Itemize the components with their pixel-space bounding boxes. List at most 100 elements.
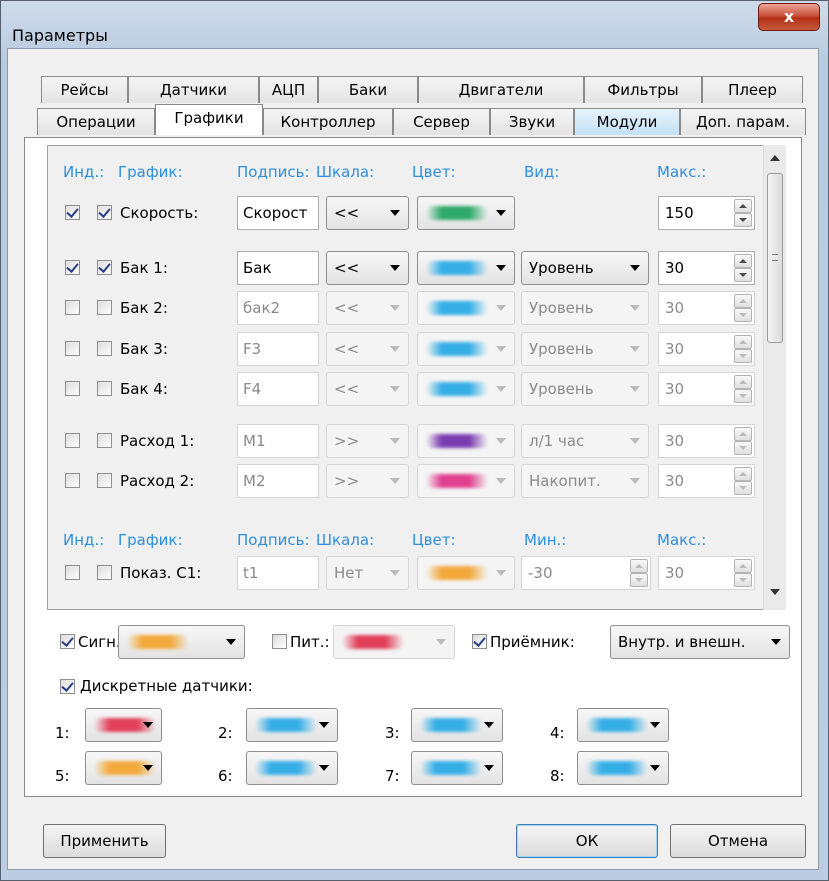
tab-1[interactable]: Рейсы: [41, 76, 128, 103]
spin-up-icon[interactable]: [734, 254, 752, 268]
signal-checkbox[interactable]: [60, 634, 75, 649]
min-spinner[interactable]: -30: [521, 556, 651, 590]
indicator-checkbox[interactable]: [65, 473, 80, 488]
max-spinner[interactable]: 30: [658, 556, 755, 590]
tab-5[interactable]: Двигатели: [418, 76, 584, 103]
chevron-down-icon: [390, 570, 400, 576]
max-spinner[interactable]: 150: [658, 196, 755, 230]
graph-checkbox[interactable]: [97, 205, 112, 220]
discrete-sensor-color-select[interactable]: [246, 751, 338, 785]
discrete-sensor-color-select[interactable]: [577, 751, 669, 785]
caption-field[interactable]: бак2: [237, 291, 319, 325]
tab-row2-5[interactable]: Звуки: [490, 108, 574, 135]
spin-up-icon[interactable]: [734, 467, 752, 481]
tab-row2-2[interactable]: Графики: [155, 104, 263, 135]
scale-select[interactable]: <<: [326, 196, 409, 230]
spin-down-icon[interactable]: [734, 308, 752, 322]
max-spinner[interactable]: 30: [658, 424, 755, 458]
color-select[interactable]: [417, 251, 515, 285]
spin-down-icon[interactable]: [734, 573, 752, 587]
spin-down-icon[interactable]: [734, 268, 752, 282]
indicator-checkbox[interactable]: [65, 260, 80, 275]
tab-4[interactable]: Баки: [318, 76, 418, 103]
caption-field[interactable]: M1: [237, 424, 319, 458]
color-select[interactable]: [417, 196, 515, 230]
power-checkbox[interactable]: [272, 634, 287, 649]
graph-checkbox[interactable]: [97, 341, 112, 356]
receiver-checkbox[interactable]: [472, 634, 487, 649]
indicator-checkbox[interactable]: [65, 205, 80, 220]
scrollbar-thumb[interactable]: [767, 173, 783, 343]
ok-button[interactable]: ОК: [516, 824, 658, 858]
spin-down-icon[interactable]: [734, 389, 752, 403]
spin-up-icon[interactable]: [734, 294, 752, 308]
max-spinner[interactable]: 30: [658, 372, 755, 406]
signal-color-select[interactable]: [118, 625, 245, 659]
cancel-button[interactable]: Отмена: [670, 824, 806, 858]
apply-button[interactable]: Применить: [43, 824, 166, 858]
indicator-checkbox[interactable]: [65, 433, 80, 448]
graph-checkbox[interactable]: [97, 565, 112, 580]
caption-field[interactable]: Скорост: [237, 196, 319, 230]
max-spinner[interactable]: 30: [658, 291, 755, 325]
caption-field[interactable]: F4: [237, 372, 319, 406]
close-button[interactable]: x: [758, 3, 820, 31]
spin-down-icon[interactable]: [734, 349, 752, 363]
spin-down-icon[interactable]: [734, 441, 752, 455]
color-swatch: [426, 301, 488, 315]
spin-up-icon[interactable]: [734, 199, 752, 213]
spin-up-icon[interactable]: [734, 335, 752, 349]
scale-select-value: >>: [334, 432, 360, 450]
tab-7[interactable]: Плеер: [702, 76, 803, 103]
graph-checkbox[interactable]: [97, 260, 112, 275]
tab-row2-7[interactable]: Доп. парам.: [680, 108, 806, 135]
discrete-sensors-checkbox[interactable]: [60, 679, 75, 694]
discrete-sensor-color-select[interactable]: [577, 708, 669, 742]
header-ind: Инд.:: [63, 163, 105, 181]
discrete-sensor-color-select[interactable]: [246, 708, 338, 742]
tab-row2-1[interactable]: Операции: [37, 108, 155, 135]
caption-field[interactable]: t1: [237, 556, 319, 590]
spin-up-icon[interactable]: [734, 559, 752, 573]
discrete-sensor-color-select[interactable]: [411, 751, 503, 785]
spin-down-icon[interactable]: [734, 213, 752, 227]
tab-row2-4[interactable]: Сервер: [393, 108, 490, 135]
tab-3[interactable]: АЦП: [259, 76, 318, 103]
view-select[interactable]: Уровень: [521, 251, 649, 285]
graph-checkbox[interactable]: [97, 300, 112, 315]
scale-select[interactable]: <<: [326, 251, 409, 285]
caption-field[interactable]: M2: [237, 464, 319, 498]
discrete-sensor-color-select[interactable]: [411, 708, 503, 742]
graph-checkbox[interactable]: [97, 433, 112, 448]
max-spinner[interactable]: 30: [658, 464, 755, 498]
spin-up-icon[interactable]: [734, 427, 752, 441]
scroll-down-arrow-icon[interactable]: [770, 589, 780, 595]
indicator-checkbox[interactable]: [65, 300, 80, 315]
indicator-checkbox[interactable]: [65, 381, 80, 396]
tab-6[interactable]: Фильтры: [584, 76, 702, 103]
graph-checkbox[interactable]: [97, 381, 112, 396]
discrete-sensor-color-select[interactable]: [85, 751, 162, 785]
indicator-checkbox[interactable]: [65, 565, 80, 580]
max-value: 30: [665, 472, 685, 490]
receiver-select[interactable]: Внутр. и внешн.: [610, 625, 790, 659]
max-spinner[interactable]: 30: [658, 332, 755, 366]
tab-row2-6[interactable]: Модули: [574, 108, 680, 135]
tab-2[interactable]: Датчики: [128, 76, 259, 103]
scale-select-value: <<: [334, 299, 360, 317]
caption-field[interactable]: F3: [237, 332, 319, 366]
discrete-sensor-color-select[interactable]: [85, 708, 162, 742]
graph-checkbox[interactable]: [97, 473, 112, 488]
spin-down-icon[interactable]: [630, 573, 648, 587]
discrete-sensor-number: 5:: [55, 767, 70, 785]
spin-down-icon[interactable]: [734, 481, 752, 495]
vertical-scrollbar[interactable]: [763, 145, 786, 610]
indicator-checkbox[interactable]: [65, 341, 80, 356]
caption-field[interactable]: Бак: [237, 251, 319, 285]
spin-up-icon[interactable]: [630, 559, 648, 573]
header-color: Цвет:: [412, 531, 456, 549]
tab-row2-3[interactable]: Контроллер: [263, 108, 393, 135]
spin-up-icon[interactable]: [734, 375, 752, 389]
max-spinner[interactable]: 30: [658, 251, 755, 285]
scroll-up-arrow-icon[interactable]: [770, 155, 780, 161]
